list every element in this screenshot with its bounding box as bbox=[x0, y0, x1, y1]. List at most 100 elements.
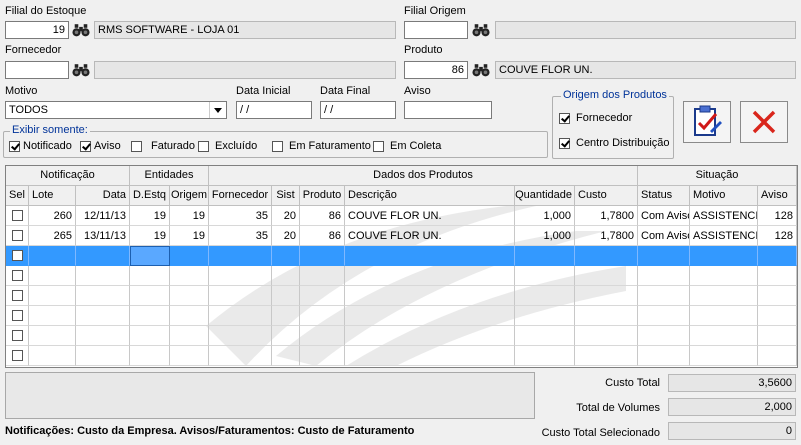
filial-estoque-code-input[interactable]: 19 bbox=[5, 21, 69, 39]
cell-custo: 1,7800 bbox=[575, 226, 638, 246]
table-row[interactable]: 260 12/11/13 19 19 35 20 86 COUVE FLOR UN. 1,000… bbox=[6, 206, 797, 226]
table-row[interactable] bbox=[6, 346, 797, 366]
checkbox-checked-icon[interactable] bbox=[80, 140, 91, 152]
data-inicial-input[interactable]: / / bbox=[236, 101, 312, 119]
cell-fornecedor bbox=[209, 266, 272, 286]
col-header-custo[interactable]: Custo bbox=[575, 186, 638, 206]
search-filial-origem-icon[interactable] bbox=[471, 21, 491, 39]
chevron-down-icon[interactable] bbox=[209, 102, 226, 118]
table-row[interactable] bbox=[6, 266, 797, 286]
col-header-motivo[interactable]: Motivo bbox=[690, 186, 758, 206]
produto-code-input[interactable]: 86 bbox=[404, 61, 468, 79]
col-header-sist[interactable]: Sist bbox=[272, 186, 300, 206]
col-header-fornecedor[interactable]: Fornecedor bbox=[209, 186, 272, 206]
table-row[interactable] bbox=[6, 286, 797, 306]
row-select-checkbox[interactable] bbox=[6, 346, 29, 366]
cell-origem: 19 bbox=[170, 226, 209, 246]
row-select-checkbox[interactable] bbox=[6, 266, 29, 286]
filter-em-faturamento-checkbox[interactable]: Em Faturamento bbox=[272, 140, 371, 152]
cell-origem bbox=[170, 346, 209, 366]
cell-fornecedor bbox=[209, 346, 272, 366]
search-filial-estoque-icon[interactable] bbox=[71, 21, 91, 39]
cell-aviso bbox=[758, 346, 797, 366]
fornecedor-code-input[interactable] bbox=[5, 61, 69, 79]
checkbox-unchecked-icon[interactable] bbox=[11, 210, 23, 221]
group-header-situacao: Situação bbox=[638, 166, 797, 186]
cell-sist bbox=[272, 346, 300, 366]
checkbox-unchecked-icon[interactable] bbox=[11, 350, 23, 361]
checkbox-unchecked-icon[interactable] bbox=[272, 140, 283, 152]
data-final-input[interactable]: / / bbox=[320, 101, 396, 119]
cell-status bbox=[638, 246, 690, 266]
confirm-button[interactable] bbox=[683, 101, 731, 143]
cell-destq: 19 bbox=[130, 206, 170, 226]
row-select-checkbox[interactable] bbox=[6, 206, 29, 226]
checkbox-checked-icon[interactable] bbox=[9, 140, 20, 152]
col-header-origem[interactable]: Origem bbox=[170, 186, 209, 206]
checkbox-unchecked-icon[interactable] bbox=[11, 250, 23, 261]
cell-quantidade bbox=[515, 306, 575, 326]
checkbox-checked-icon[interactable] bbox=[559, 137, 570, 149]
col-header-sel[interactable]: Sel bbox=[6, 186, 29, 206]
origem-fornecedor-checkbox[interactable]: Fornecedor bbox=[559, 112, 632, 124]
col-header-produto[interactable]: Produto bbox=[300, 186, 345, 206]
col-header-descricao[interactable]: Descrição bbox=[345, 186, 515, 206]
cell-status bbox=[638, 326, 690, 346]
table-row[interactable] bbox=[6, 326, 797, 346]
close-button[interactable] bbox=[740, 101, 788, 143]
cell-produto bbox=[300, 266, 345, 286]
origem-centro-checkbox[interactable]: Centro Distribuição bbox=[559, 137, 670, 149]
row-select-checkbox[interactable] bbox=[6, 226, 29, 246]
cell-produto bbox=[300, 286, 345, 306]
cell-descricao: COUVE FLOR UN. bbox=[345, 206, 515, 226]
search-fornecedor-icon[interactable] bbox=[71, 61, 91, 79]
checkbox-unchecked-icon[interactable] bbox=[11, 270, 23, 281]
col-header-data[interactable]: Data bbox=[76, 186, 130, 206]
checkbox-unchecked-icon[interactable] bbox=[131, 140, 142, 152]
cell-origem bbox=[170, 286, 209, 306]
table-row[interactable] bbox=[6, 246, 797, 266]
data-inicial-label: Data Inicial bbox=[236, 85, 291, 97]
checkbox-unchecked-icon[interactable] bbox=[11, 290, 23, 301]
filter-aviso-checkbox[interactable]: Aviso bbox=[80, 140, 121, 152]
checkbox-unchecked-icon[interactable] bbox=[11, 330, 23, 341]
row-select-checkbox[interactable] bbox=[6, 306, 29, 326]
checkbox-unchecked-icon[interactable] bbox=[11, 310, 23, 321]
cell-fornecedor bbox=[209, 246, 272, 266]
cell-destq bbox=[130, 306, 170, 326]
cell-aviso bbox=[758, 306, 797, 326]
data-final-label: Data Final bbox=[320, 85, 371, 97]
total-volumes-field: 2,000 bbox=[668, 398, 796, 416]
aviso-input[interactable] bbox=[404, 101, 492, 119]
cell-fornecedor bbox=[209, 326, 272, 346]
filter-excluido-checkbox[interactable]: Excluído bbox=[198, 140, 257, 152]
filter-em-coleta-checkbox[interactable]: Em Coleta bbox=[373, 140, 441, 152]
table-row[interactable]: 265 13/11/13 19 19 35 20 86 COUVE FLOR UN. 1,000… bbox=[6, 226, 797, 246]
produto-label: Produto bbox=[404, 44, 443, 56]
notifications-grid[interactable]: Notificação Entidades Dados dos Produtos… bbox=[5, 165, 798, 368]
col-header-aviso[interactable]: Aviso bbox=[758, 186, 797, 206]
row-select-checkbox[interactable] bbox=[6, 326, 29, 346]
cell-destq bbox=[130, 266, 170, 286]
motivo-select[interactable]: TODOS bbox=[5, 101, 227, 119]
search-produto-icon[interactable] bbox=[471, 61, 491, 79]
cell-destq-editor[interactable] bbox=[130, 246, 170, 266]
col-header-status[interactable]: Status bbox=[638, 186, 690, 206]
filter-faturado-checkbox[interactable]: Faturado bbox=[131, 140, 195, 152]
cell-produto bbox=[300, 306, 345, 326]
filial-origem-code-input[interactable] bbox=[404, 21, 468, 39]
checkbox-checked-icon[interactable] bbox=[559, 112, 570, 124]
checkbox-unchecked-icon[interactable] bbox=[11, 230, 23, 241]
row-select-checkbox[interactable] bbox=[6, 246, 29, 266]
col-header-quantidade[interactable]: Quantidade bbox=[515, 186, 575, 206]
cell-custo: 1,7800 bbox=[575, 206, 638, 226]
col-header-destq[interactable]: D.Estq bbox=[130, 186, 170, 206]
col-header-lote[interactable]: Lote bbox=[29, 186, 76, 206]
clipboard-check-icon bbox=[694, 105, 722, 136]
checkbox-unchecked-icon[interactable] bbox=[373, 140, 384, 152]
row-select-checkbox[interactable] bbox=[6, 286, 29, 306]
table-row[interactable] bbox=[6, 306, 797, 326]
checkbox-unchecked-icon[interactable] bbox=[198, 140, 209, 152]
custo-total-label: Custo Total bbox=[605, 377, 660, 389]
filter-notificado-checkbox[interactable]: Notificado bbox=[9, 140, 72, 152]
